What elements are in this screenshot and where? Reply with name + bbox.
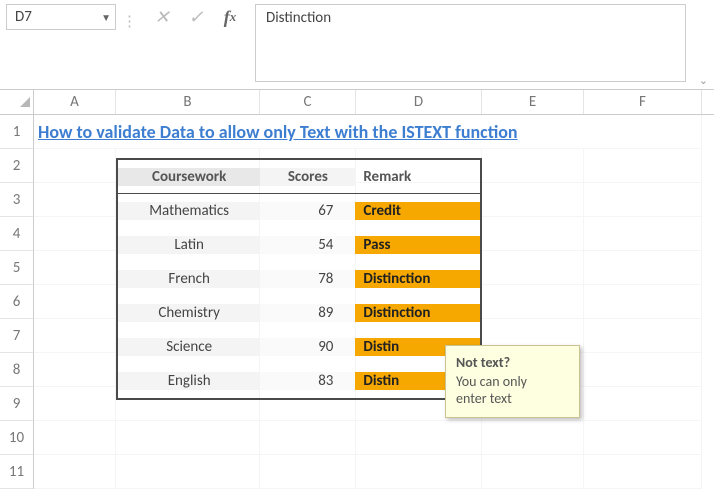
column-header[interactable]: E [482, 90, 584, 114]
enter-formula-button[interactable]: ✓ [179, 4, 213, 30]
title-cell[interactable]: How to validate Data to allow only Text … [34, 115, 702, 149]
row-header[interactable]: 8 [0, 353, 34, 387]
chevron-down-icon[interactable]: ▼ [101, 11, 111, 24]
row-header[interactable]: 5 [0, 251, 34, 285]
cell-score[interactable]: 67 [260, 202, 355, 220]
expand-formula-bar-icon[interactable]: ⌄ [699, 74, 708, 87]
worksheet-grid[interactable]: A B C D E F 1 How to validate Data to al… [0, 90, 714, 489]
cell-coursework[interactable]: English [118, 372, 260, 390]
validation-tooltip: Not text? You can only enter text [445, 345, 580, 418]
cell-remark[interactable]: Distinction [355, 304, 480, 322]
cell-remark[interactable]: Pass [355, 236, 480, 254]
table-row: Latin 54 Pass [118, 228, 480, 262]
column-header[interactable]: F [584, 90, 702, 114]
cell-remark[interactable]: Distinction [355, 270, 480, 288]
cell-score[interactable]: 89 [260, 304, 355, 322]
row-header[interactable]: 6 [0, 285, 34, 319]
cell-score[interactable]: 90 [260, 338, 355, 356]
row-header[interactable]: 4 [0, 217, 34, 251]
cell-coursework[interactable]: Science [118, 338, 260, 356]
table-header-coursework[interactable]: Coursework [118, 168, 260, 186]
tooltip-body: You can only [456, 373, 569, 390]
cell-coursework[interactable]: Latin [118, 236, 260, 254]
cell-coursework[interactable]: Chemistry [118, 304, 260, 322]
column-header[interactable]: D [356, 90, 482, 114]
table-header-scores[interactable]: Scores [260, 168, 355, 186]
table-row: French 78 Distinction [118, 262, 480, 296]
column-header[interactable]: B [116, 90, 260, 114]
cell-coursework[interactable]: French [118, 270, 260, 288]
formula-input-value: Distinction [266, 9, 331, 27]
row-header[interactable]: 7 [0, 319, 34, 353]
cell-remark[interactable]: Credit [355, 202, 480, 220]
column-header[interactable]: C [260, 90, 356, 114]
row-header[interactable]: 2 [0, 149, 34, 183]
name-box[interactable]: D7 ▼ [6, 4, 116, 30]
table-row: Science 90 Distin [118, 330, 480, 364]
row-header[interactable]: 1 [0, 115, 34, 149]
table-row: Mathematics 67 Credit [118, 194, 480, 228]
row: 1 How to validate Data to allow only Tex… [0, 115, 714, 149]
formula-bar: D7 ▼ ⋮ ✕ ✓ fx Distinction ⌄ [0, 0, 714, 90]
table-row: Chemistry 89 Distinction [118, 296, 480, 330]
row-header[interactable]: 10 [0, 421, 34, 455]
tooltip-body: enter text [456, 390, 569, 407]
cell-score[interactable]: 54 [260, 236, 355, 254]
table-header-remark[interactable]: Remark [355, 168, 480, 186]
tooltip-title: Not text? [456, 354, 569, 371]
table-row: English 83 Distin [118, 364, 480, 398]
insert-function-button[interactable]: fx [213, 4, 247, 30]
column-header[interactable]: A [34, 90, 116, 114]
row-header[interactable]: 9 [0, 387, 34, 421]
data-table[interactable]: Coursework Scores Remark Mathematics 67 … [116, 158, 482, 400]
drag-handle-icon[interactable]: ⋮ [122, 4, 139, 31]
column-headers: A B C D E F [0, 90, 714, 115]
cell-score[interactable]: 83 [260, 372, 355, 390]
cell-coursework[interactable]: Mathematics [118, 202, 260, 220]
cancel-formula-button[interactable]: ✕ [145, 4, 179, 30]
formula-input[interactable]: Distinction [255, 4, 686, 82]
name-box-value: D7 [15, 8, 32, 26]
select-all-corner[interactable] [0, 90, 34, 114]
table-header-row: Coursework Scores Remark [118, 160, 480, 194]
cell-score[interactable]: 78 [260, 270, 355, 288]
row-header[interactable]: 11 [0, 455, 34, 489]
row-header[interactable]: 3 [0, 183, 34, 217]
